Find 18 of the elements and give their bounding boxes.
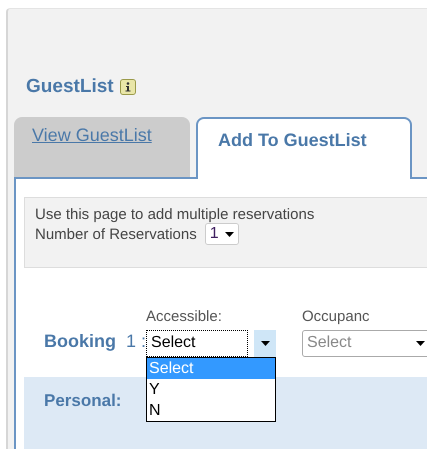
dropdown-arrow-icon bbox=[260, 341, 270, 346]
dropdown-arrow-icon bbox=[416, 341, 425, 346]
dropdown-option[interactable]: Y bbox=[147, 379, 276, 400]
select-field[interactable]: Select bbox=[146, 330, 276, 357]
dropdown-option[interactable]: N bbox=[147, 400, 276, 421]
field-label: Accessible: bbox=[146, 308, 223, 327]
count-select[interactable]: 1 bbox=[204, 223, 239, 245]
section-title: Personal: bbox=[44, 391, 122, 410]
booking-label: Booking bbox=[44, 331, 116, 352]
intro-text: Use this page to add multiple reservations bbox=[35, 206, 316, 223]
dropdown-arrow-icon bbox=[224, 232, 234, 236]
count-label: Number of Reservations bbox=[35, 226, 197, 242]
page-title: GuestList bbox=[26, 76, 114, 98]
select-field[interactable]: Select bbox=[302, 330, 427, 357]
tab[interactable]: Add To GuestList bbox=[196, 117, 412, 179]
info-icon[interactable] bbox=[120, 79, 136, 95]
booking-number: 1 : bbox=[126, 331, 146, 352]
field-label: Occupanc bbox=[302, 308, 371, 327]
